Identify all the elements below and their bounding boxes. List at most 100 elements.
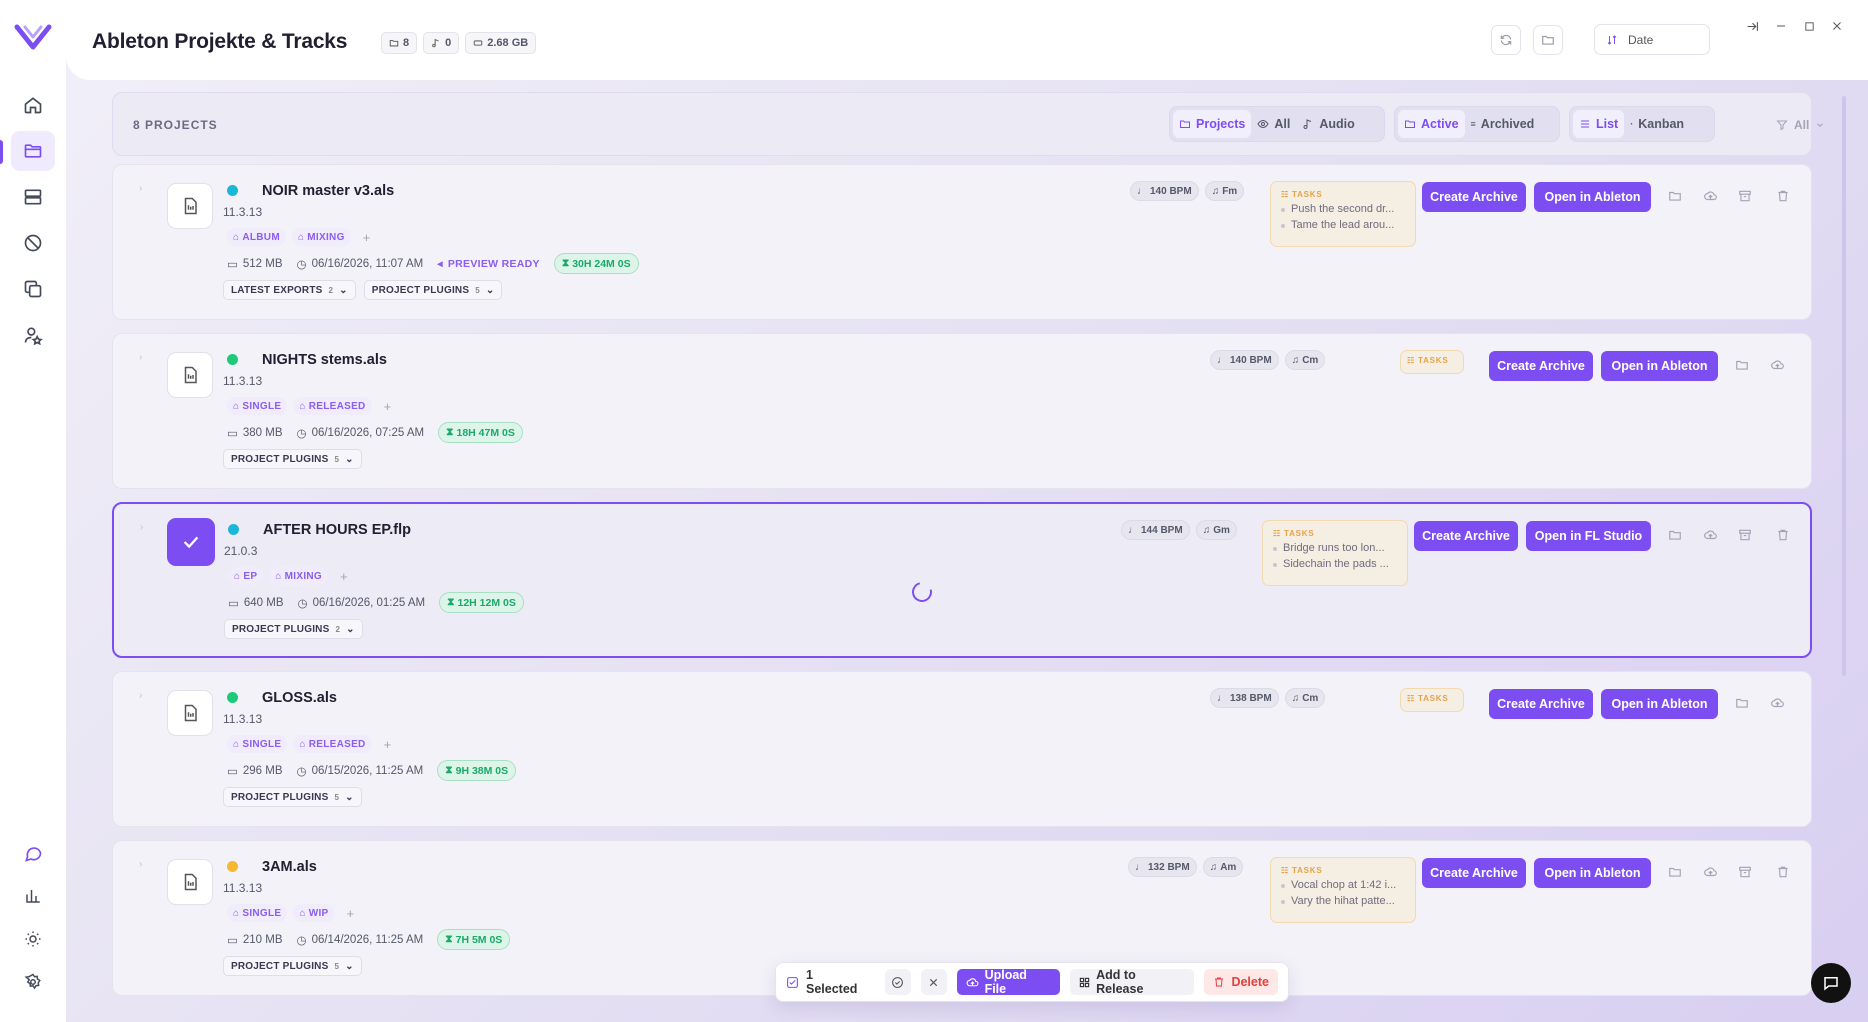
cloud-upload-icon[interactable] bbox=[1770, 358, 1785, 372]
nav-settings[interactable] bbox=[11, 962, 55, 1002]
open-in-daw-button[interactable]: Open in Ableton bbox=[1601, 689, 1718, 719]
tag-badge[interactable]: ⌂ MIXING bbox=[291, 228, 351, 246]
chevron-right-icon[interactable]: › bbox=[139, 690, 142, 701]
delete-button[interactable]: Delete bbox=[1204, 969, 1278, 995]
archive-icon[interactable] bbox=[1738, 189, 1752, 203]
open-in-daw-button[interactable]: Open in Ableton bbox=[1534, 182, 1651, 212]
latest-exports-dropdown[interactable]: LATEST EXPORTS 2 ⌄ bbox=[223, 280, 356, 300]
tasks-panel[interactable]: ☷ TASKS Push the second dr... Tame the le… bbox=[1270, 181, 1416, 247]
project-card[interactable]: › NOIR master v3.als 11.3.13 ⌂ ALBUM ⌂ MIX… bbox=[112, 164, 1812, 320]
project-plugins-dropdown[interactable]: PROJECT PLUGINS 5 ⌄ bbox=[223, 956, 362, 976]
task-item[interactable]: Bridge runs too lon... bbox=[1273, 542, 1399, 554]
open-in-daw-button[interactable]: Open in Ableton bbox=[1534, 858, 1651, 888]
tag-badge[interactable]: ⌂ SINGLE bbox=[227, 904, 288, 922]
tasks-panel[interactable]: ☷ TASKS bbox=[1400, 688, 1464, 712]
task-item[interactable]: Push the second dr... bbox=[1281, 203, 1407, 215]
tag-badge[interactable]: ⌂ RELEASED bbox=[293, 735, 372, 753]
folder-icon[interactable] bbox=[1735, 696, 1749, 710]
create-archive-button[interactable]: Create Archive bbox=[1414, 521, 1518, 551]
trash-icon[interactable] bbox=[1776, 865, 1790, 879]
open-folder-button[interactable] bbox=[1533, 25, 1563, 55]
tab-active[interactable]: Active bbox=[1398, 110, 1465, 138]
chevron-right-icon[interactable]: › bbox=[139, 859, 142, 870]
tag-badge[interactable]: ⌂ SINGLE bbox=[227, 735, 288, 753]
create-archive-button[interactable]: Create Archive bbox=[1422, 858, 1526, 888]
folder-icon[interactable] bbox=[1735, 358, 1749, 372]
create-archive-button[interactable]: Create Archive bbox=[1489, 351, 1593, 381]
pin-window-button[interactable] bbox=[1744, 18, 1760, 34]
upload-file-button[interactable]: Upload File bbox=[956, 968, 1061, 996]
add-to-release-button[interactable]: Add to Release bbox=[1070, 968, 1195, 996]
add-tag-button[interactable]: + bbox=[340, 569, 348, 584]
tab-list[interactable]: List bbox=[1573, 110, 1625, 138]
add-tag-button[interactable]: + bbox=[363, 230, 371, 245]
tab-projects[interactable]: Projects bbox=[1173, 110, 1252, 138]
open-in-daw-button[interactable]: Open in FL Studio bbox=[1526, 521, 1651, 551]
nav-chat[interactable] bbox=[11, 833, 55, 873]
trash-icon[interactable] bbox=[1776, 189, 1790, 203]
add-tag-button[interactable]: + bbox=[347, 906, 355, 921]
cloud-upload-icon[interactable] bbox=[1703, 189, 1718, 203]
task-item[interactable]: Sidechain the pads ... bbox=[1273, 558, 1399, 570]
project-name[interactable]: 3AM.als bbox=[262, 859, 317, 875]
tag-badge[interactable]: ⌂ SINGLE bbox=[227, 397, 288, 415]
cloud-upload-icon[interactable] bbox=[1770, 696, 1785, 710]
sort-select[interactable]: Date bbox=[1594, 24, 1710, 55]
project-name[interactable]: AFTER HOURS EP.flp bbox=[263, 522, 411, 538]
folder-icon[interactable] bbox=[1668, 865, 1682, 879]
archive-icon[interactable] bbox=[1738, 528, 1752, 542]
tab-archived[interactable]: ≡ Archived bbox=[1465, 110, 1541, 138]
nav-stats[interactable] bbox=[11, 876, 55, 916]
nav-collections[interactable] bbox=[11, 269, 55, 309]
nav-releases[interactable] bbox=[11, 223, 55, 263]
tag-badge[interactable]: ⌂ ALBUM bbox=[227, 228, 286, 246]
chevron-right-icon[interactable]: › bbox=[139, 183, 142, 194]
tag-badge[interactable]: ⌂ WIP bbox=[293, 904, 335, 922]
open-in-daw-button[interactable]: Open in Ableton bbox=[1601, 351, 1718, 381]
project-plugins-dropdown[interactable]: PROJECT PLUGINS 5 ⌄ bbox=[223, 449, 362, 469]
minimize-button[interactable] bbox=[1773, 18, 1789, 34]
create-archive-button[interactable]: Create Archive bbox=[1422, 182, 1526, 212]
filter-dropdown[interactable]: All bbox=[1776, 118, 1825, 132]
create-archive-button[interactable]: Create Archive bbox=[1489, 689, 1593, 719]
tasks-panel[interactable]: ☷ TASKS Vocal chop at 1:42 i... Vary the … bbox=[1270, 857, 1416, 923]
select-all-button[interactable] bbox=[885, 969, 911, 995]
nav-theme[interactable] bbox=[11, 919, 55, 959]
project-name[interactable]: NIGHTS stems.als bbox=[262, 352, 387, 368]
project-card[interactable]: › GLOSS.als 11.3.13 ⌂ SINGLE ⌂ RELEASED + … bbox=[112, 671, 1812, 827]
task-item[interactable]: Tame the lead arou... bbox=[1281, 219, 1407, 231]
scrollbar[interactable] bbox=[1842, 96, 1846, 676]
tab-all[interactable]: All bbox=[1251, 110, 1296, 138]
nav-projects[interactable] bbox=[11, 131, 55, 171]
tag-badge[interactable]: ⌂ RELEASED bbox=[293, 397, 372, 415]
nav-contacts[interactable] bbox=[11, 315, 55, 355]
chevron-right-icon[interactable]: › bbox=[139, 352, 142, 363]
add-tag-button[interactable]: + bbox=[384, 737, 392, 752]
close-button[interactable] bbox=[1829, 18, 1845, 34]
tag-badge[interactable]: ⌂ EP bbox=[228, 567, 264, 585]
project-card[interactable]: › NIGHTS stems.als 11.3.13 ⌂ SINGLE ⌂ RELE… bbox=[112, 333, 1812, 489]
tab-audio[interactable]: Audio bbox=[1296, 110, 1360, 138]
project-plugins-dropdown[interactable]: PROJECT PLUGINS 5 ⌄ bbox=[223, 787, 362, 807]
tag-badge[interactable]: ⌂ MIXING bbox=[269, 567, 328, 585]
task-item[interactable]: Vary the hihat patte... bbox=[1281, 895, 1407, 907]
refresh-button[interactable] bbox=[1491, 25, 1521, 55]
cloud-upload-icon[interactable] bbox=[1703, 865, 1718, 879]
cloud-upload-icon[interactable] bbox=[1703, 528, 1718, 542]
chevron-right-icon[interactable]: › bbox=[140, 522, 143, 533]
tasks-panel[interactable]: ☷ TASKS Bridge runs too lon... Sidechain … bbox=[1262, 520, 1408, 586]
task-item[interactable]: Vocal chop at 1:42 i... bbox=[1281, 879, 1407, 891]
support-chat-button[interactable] bbox=[1811, 963, 1851, 1003]
project-plugins-dropdown[interactable]: PROJECT PLUGINS 5 ⌄ bbox=[363, 280, 503, 300]
trash-icon[interactable] bbox=[1776, 528, 1790, 542]
project-plugins-dropdown[interactable]: PROJECT PLUGINS 2 ⌄ bbox=[224, 619, 363, 639]
folder-icon[interactable] bbox=[1668, 528, 1682, 542]
project-name[interactable]: NOIR master v3.als bbox=[262, 183, 394, 199]
archive-icon[interactable] bbox=[1738, 865, 1752, 879]
project-card-selected[interactable]: › AFTER HOURS EP.flp 21.0.3 ⌂ EP ⌂ MIXING … bbox=[112, 502, 1812, 658]
tasks-panel[interactable]: ☷ TASKS bbox=[1400, 350, 1464, 374]
nav-storage[interactable] bbox=[11, 177, 55, 217]
app-logo-icon[interactable] bbox=[14, 22, 52, 52]
project-name[interactable]: GLOSS.als bbox=[262, 690, 337, 706]
selected-checkbox[interactable] bbox=[167, 518, 215, 566]
